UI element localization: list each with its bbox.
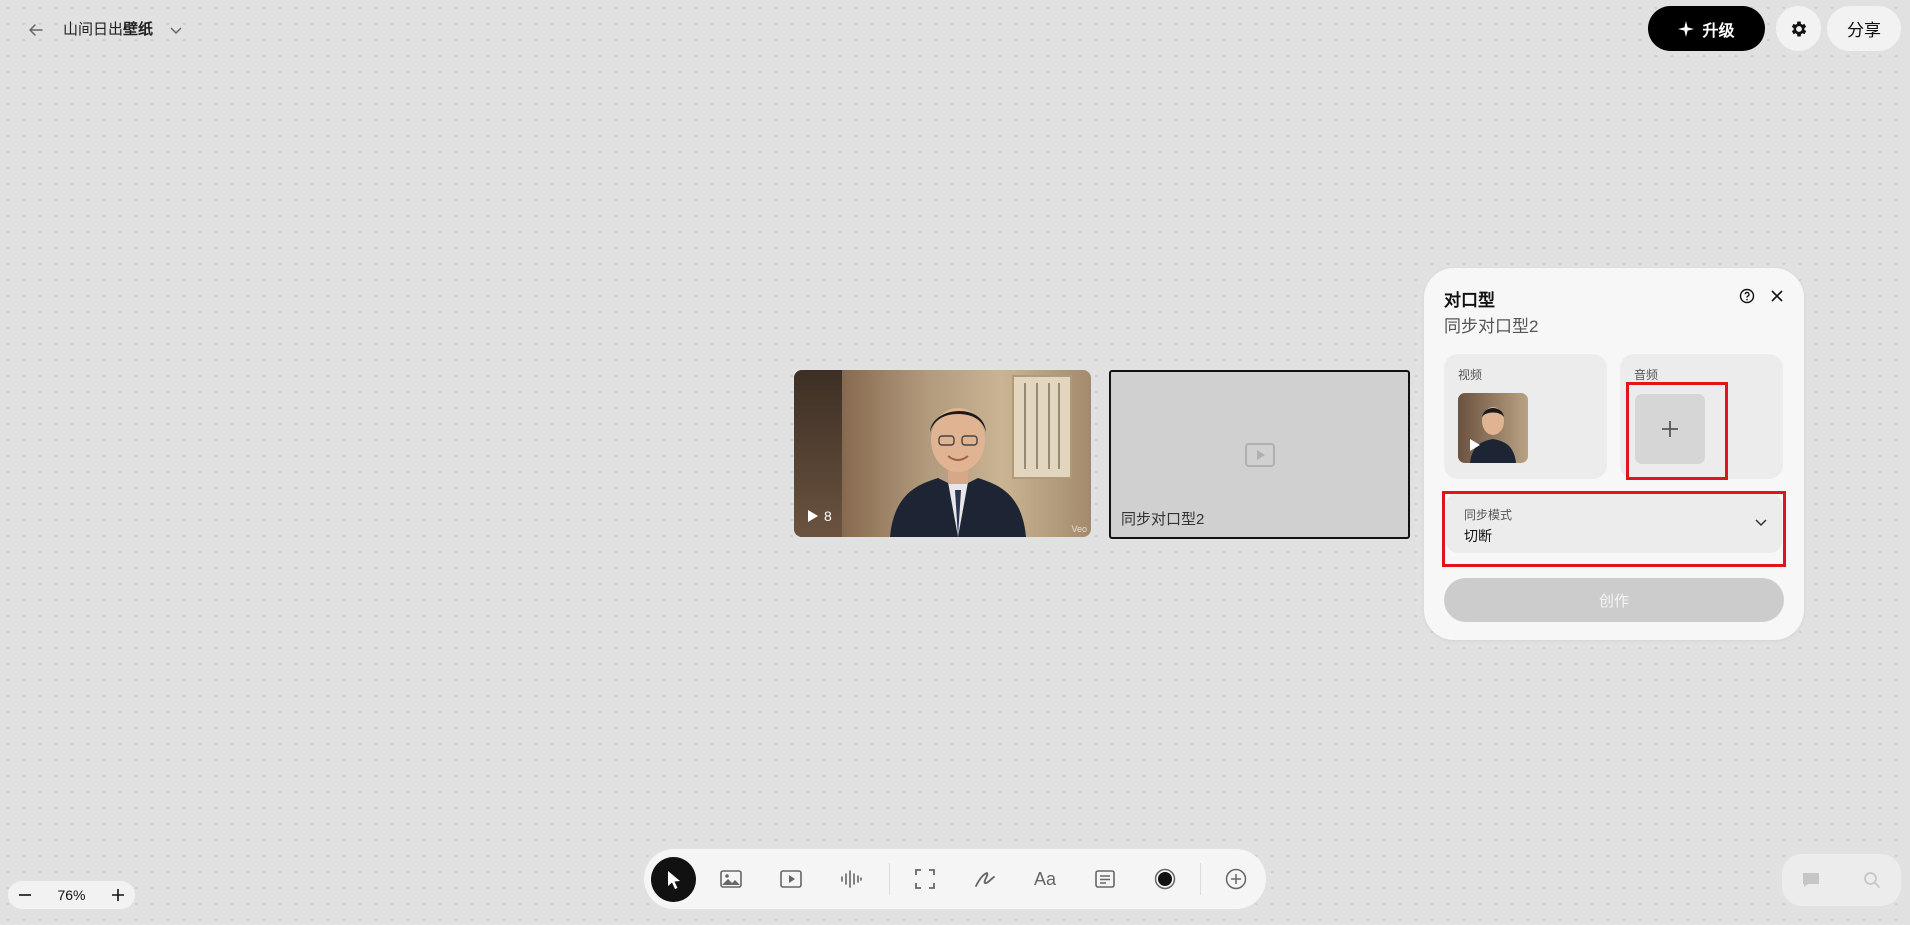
audio-tool-button[interactable]	[830, 858, 872, 900]
zoom-out-button[interactable]	[14, 884, 36, 906]
image-tool-button[interactable]	[710, 858, 752, 900]
help-button[interactable]	[1736, 285, 1758, 307]
play-badge: 8	[808, 508, 832, 524]
title-part-2: 壁纸	[123, 21, 154, 38]
record-tool-button[interactable]	[1144, 858, 1186, 900]
video-input-slot: 视频	[1444, 354, 1607, 479]
search-button[interactable]	[1860, 868, 1884, 892]
add-tool-button[interactable]	[1215, 858, 1257, 900]
highlight-box-audio	[1626, 382, 1728, 480]
video-card[interactable]: 8 Veo	[794, 370, 1091, 537]
text-tool-button[interactable]: Aa	[1024, 858, 1066, 900]
audio-input-slot: 音频	[1620, 354, 1783, 480]
audio-waveform-icon	[841, 870, 862, 888]
note-tool-button[interactable]	[1084, 858, 1126, 900]
settings-button[interactable]	[1776, 6, 1821, 51]
video-tool-button[interactable]	[770, 858, 812, 900]
panel-subtitle: 同步对口型2	[1444, 317, 1539, 336]
frame-tool-button[interactable]	[904, 858, 946, 900]
title-dropdown-button[interactable]	[164, 18, 188, 42]
play-icon	[808, 510, 818, 522]
video-thumbnail[interactable]	[1458, 393, 1528, 463]
chat-button[interactable]	[1799, 868, 1823, 892]
zoom-control: 76%	[8, 881, 135, 909]
record-icon	[1154, 868, 1176, 890]
toolbar-divider	[889, 863, 890, 895]
bottom-right-controls	[1782, 854, 1901, 906]
text-icon: Aa	[1033, 868, 1057, 889]
video-icon	[780, 870, 802, 888]
video-placeholder-icon	[1245, 443, 1275, 467]
video-slot-label: 视频	[1458, 368, 1483, 382]
project-title[interactable]: 山间日出壁纸	[63, 18, 153, 42]
plus-icon	[112, 889, 124, 901]
arrow-left-icon	[29, 24, 43, 36]
play-icon	[1470, 439, 1480, 451]
panel-title: 对口型	[1444, 291, 1495, 310]
back-button[interactable]	[24, 18, 48, 42]
toolbar-divider	[1200, 863, 1201, 895]
upgrade-label: 升级	[1702, 22, 1735, 40]
pointer-icon	[667, 870, 680, 889]
pen-tool-button[interactable]	[964, 858, 1006, 900]
zoom-level: 76%	[57, 887, 86, 903]
share-button[interactable]: 分享	[1827, 6, 1901, 51]
pointer-tool-button[interactable]	[651, 857, 696, 902]
veo-watermark: Veo	[1071, 524, 1087, 534]
chat-icon	[1803, 873, 1819, 887]
close-icon	[1771, 290, 1783, 302]
minus-icon	[19, 894, 31, 896]
presenter-thumbnail-image	[1470, 407, 1516, 463]
create-button[interactable]: 创作	[1444, 578, 1784, 622]
frame-icon	[915, 869, 935, 889]
chevron-down-icon	[170, 27, 182, 35]
title-part-1: 山间日出	[63, 21, 124, 38]
highlight-box-sync-mode	[1442, 491, 1786, 567]
audio-slot-label: 音频	[1634, 368, 1659, 382]
gear-icon	[1791, 21, 1806, 36]
presenter-image	[890, 408, 1026, 537]
lipsync-panel: 对口型 同步对口型2 视频 音频 同步模式 切断 创作	[1424, 268, 1804, 640]
lipsync-output-card[interactable]: 同步对口型2	[1109, 370, 1410, 539]
close-button[interactable]	[1766, 285, 1788, 307]
help-circle-icon	[1739, 288, 1755, 304]
search-icon	[1864, 872, 1880, 888]
zoom-in-button[interactable]	[107, 884, 129, 906]
sparkle-icon	[1678, 20, 1695, 37]
output-card-label: 同步对口型2	[1121, 511, 1205, 528]
pen-icon	[975, 871, 995, 887]
upgrade-button[interactable]: 升级	[1648, 6, 1765, 51]
add-circle-icon	[1225, 868, 1247, 890]
play-count: 8	[824, 508, 832, 524]
note-icon	[1095, 870, 1115, 888]
image-icon	[720, 870, 742, 888]
bottom-toolbar: Aa	[644, 849, 1266, 909]
